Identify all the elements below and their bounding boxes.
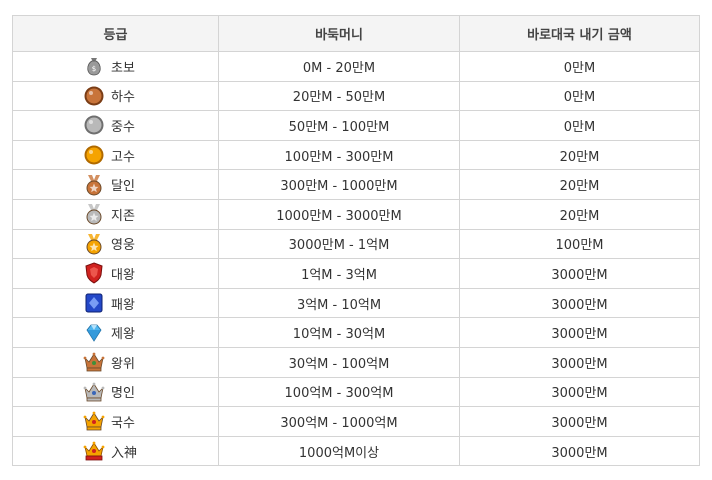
blue-gem-icon (83, 292, 105, 314)
table-row: 入神 1000억M이상 3000만M (12, 435, 700, 467)
table-row: 중수 50만M - 100만M 0만M (12, 110, 700, 141)
grade-cell: 왕위 (12, 346, 219, 378)
grade-name: 초보 (111, 60, 135, 76)
table-row: 고수 100만M - 300만M 20만M (12, 139, 700, 171)
money-range-cell: 20만M - 50만M (218, 80, 460, 112)
red-shield-icon (83, 262, 105, 285)
money-range-cell: 10억M - 30억M (218, 317, 460, 348)
bet-amount-cell: 3000만M (459, 258, 700, 289)
grade-cell: 하수 (12, 80, 219, 112)
grade-name: 패왕 (111, 297, 135, 313)
table-row: 국수 300억M - 1000억M 3000만M (12, 406, 700, 437)
money-bag-icon: $ (83, 55, 105, 77)
silver-medal-icon (83, 203, 105, 225)
gold-medal-icon (83, 233, 105, 255)
grade-name: 중수 (111, 119, 135, 135)
money-range-cell: 300억M - 1000억M (218, 406, 460, 437)
grade-name: 국수 (111, 415, 135, 431)
grade-cell: 고수 (12, 139, 219, 171)
bronze-crown-icon (83, 351, 105, 373)
table-row: 왕위 30억M - 100억M 3000만M (12, 346, 700, 378)
grade-table: 등급 바둑머니 바로대국 내기 금액 $ 초보 0M - 20만M 0만M 하수 20만M… (12, 15, 700, 467)
money-range-cell: 3억M - 10억M (218, 287, 460, 319)
money-range-cell: 1억M - 3억M (218, 258, 460, 289)
diamond-icon (83, 322, 105, 344)
grade-cell: 제왕 (12, 317, 219, 348)
grade-cell: 중수 (12, 110, 219, 141)
grade-name: 대왕 (111, 267, 135, 283)
bet-amount-cell: 3000만M (459, 435, 700, 467)
table-row: 지존 1000만M - 3000만M 20만M (12, 198, 700, 230)
grade-name: 왕위 (111, 356, 135, 372)
grade-cell: 영웅 (12, 228, 219, 260)
grade-cell: 국수 (12, 406, 219, 437)
table-header-row: 등급 바둑머니 바로대국 내기 금액 (12, 15, 700, 52)
bet-amount-cell: 0만M (459, 110, 700, 141)
grade-name: 명인 (111, 386, 135, 402)
bet-amount-cell: 3000만M (459, 406, 700, 437)
silver-crown-icon (83, 381, 105, 403)
bet-amount-cell: 100만M (459, 228, 700, 260)
grade-name: 하수 (111, 90, 135, 106)
gold-crown-icon (83, 410, 105, 432)
table-row: 대왕 1억M - 3억M 3000만M (12, 258, 700, 289)
grade-table-container: 등급 바둑머니 바로대국 내기 금액 $ 초보 0M - 20만M 0만M 하수 20만M… (12, 15, 700, 467)
money-range-cell: 100억M - 300억M (218, 376, 460, 408)
grade-name: 고수 (111, 149, 135, 165)
bet-amount-cell: 3000만M (459, 346, 700, 378)
grade-cell: $ 초보 (12, 51, 219, 82)
bet-amount-cell: 0만M (459, 80, 700, 112)
bet-amount-cell: 3000만M (459, 287, 700, 319)
table-row: 하수 20만M - 50만M 0만M (12, 80, 700, 112)
money-range-cell: 3000만M - 1억M (218, 228, 460, 260)
grade-cell: 入神 (12, 435, 219, 467)
grade-name: 제왕 (111, 327, 135, 343)
table-row: 명인 100억M - 300억M 3000만M (12, 376, 700, 408)
grade-name: 지존 (111, 208, 135, 224)
bet-amount-cell: 20만M (459, 169, 700, 200)
money-range-cell: 1000만M - 3000만M (218, 198, 460, 230)
money-range-cell: 100만M - 300만M (218, 139, 460, 171)
table-row: 영웅 3000만M - 1억M 100만M (12, 228, 700, 260)
grade-cell: 패왕 (12, 287, 219, 319)
header-baduk-money: 바둑머니 (218, 15, 460, 52)
grade-cell: 명인 (12, 376, 219, 408)
money-range-cell: 0M - 20만M (218, 51, 460, 82)
red-gold-crown-icon (83, 440, 105, 462)
money-range-cell: 300만M - 1000만M (218, 169, 460, 200)
grade-cell: 지존 (12, 198, 219, 230)
svg-text:$: $ (92, 65, 96, 73)
bet-amount-cell: 20만M (459, 198, 700, 230)
bet-amount-cell: 3000만M (459, 317, 700, 348)
money-range-cell: 1000억M이상 (218, 435, 460, 467)
gold-coin-icon (83, 144, 105, 166)
bet-amount-cell: 3000만M (459, 376, 700, 408)
silver-coin-icon (83, 114, 105, 136)
header-grade: 등급 (12, 15, 219, 52)
bet-amount-cell: 0만M (459, 51, 700, 82)
table-row: $ 초보 0M - 20만M 0만M (12, 51, 700, 82)
header-bet-amount: 바로대국 내기 금액 (459, 15, 700, 52)
grade-cell: 대왕 (12, 258, 219, 289)
bet-amount-cell: 20만M (459, 139, 700, 171)
grade-name: 入神 (111, 445, 138, 461)
grade-cell: 달인 (12, 169, 219, 200)
money-range-cell: 30억M - 100억M (218, 346, 460, 378)
money-range-cell: 50만M - 100만M (218, 110, 460, 141)
bronze-medal-icon (83, 174, 105, 196)
table-row: 제왕 10억M - 30억M 3000만M (12, 317, 700, 348)
grade-name: 달인 (111, 179, 135, 195)
bronze-coin-icon (83, 85, 105, 107)
table-row: 달인 300만M - 1000만M 20만M (12, 169, 700, 200)
table-row: 패왕 3억M - 10억M 3000만M (12, 287, 700, 319)
grade-name: 영웅 (111, 238, 135, 254)
